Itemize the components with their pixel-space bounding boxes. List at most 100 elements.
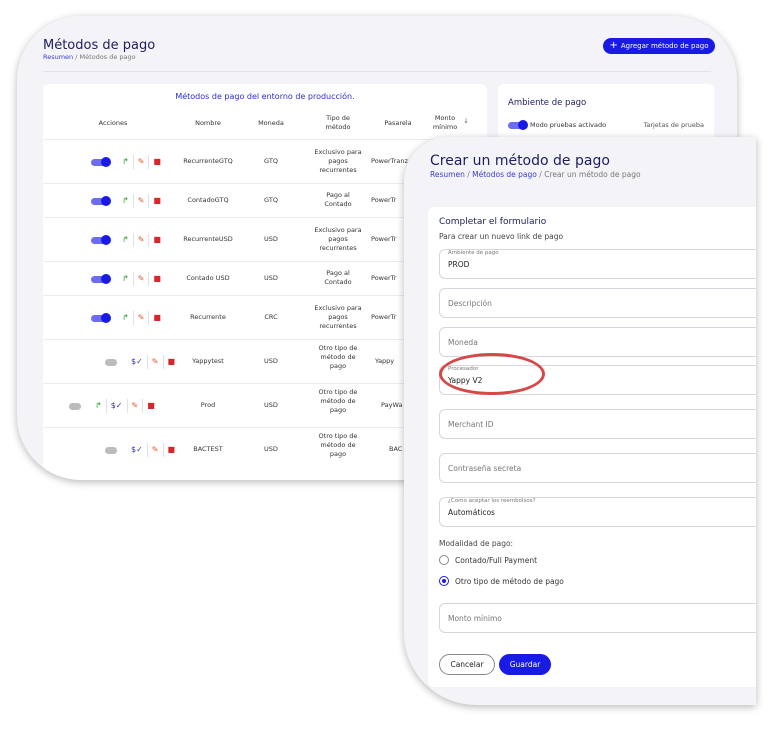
field-label: Ambiente de pago [448,250,499,256]
cell-tipo: Otro tipo de método de pago [318,388,358,414]
enable-toggle[interactable] [91,234,111,245]
edit-icon[interactable]: ✎ [134,157,149,167]
delete-icon[interactable]: ■ [149,313,165,323]
test-mode-toggle[interactable] [508,120,528,130]
split-icon[interactable]: ↱ [118,157,133,167]
field-placeholder: Merchant ID [448,420,494,429]
check-money-icon[interactable]: $✓ [127,357,147,367]
row-actions: ↱ ✎ ■ [91,311,165,325]
enable-toggle[interactable] [69,402,81,410]
delete-icon[interactable]: ■ [149,157,165,167]
breadcrumb: Resumen / Métodos de pago / Crear un mét… [430,170,641,179]
check-money-icon[interactable]: $✓ [127,445,147,455]
enable-toggle[interactable] [91,312,111,323]
edit-icon[interactable]: ✎ [134,313,149,323]
delete-icon[interactable]: ■ [164,445,180,455]
cell-nombre: BACTEST [193,445,223,453]
split-icon[interactable]: ↱ [118,235,133,245]
breadcrumb: Resumen / Métodos de pago [43,53,136,61]
col-moneda: Moneda [258,119,284,127]
environment-select[interactable]: Ambiente de pago PROD [439,249,756,279]
breadcrumb-resumen[interactable]: Resumen [430,170,465,179]
cell-moneda: USD [264,357,278,365]
cell-tipo: Exclusivo para pagos recurrentes [314,304,362,330]
radio-unchecked-icon[interactable] [439,555,449,565]
cell-tipo: Otro tipo de método de pago [318,432,358,458]
edit-icon[interactable]: ✎ [128,401,143,411]
row-actions: ↱ ✎ ■ [91,155,165,169]
split-icon[interactable]: ↱ [118,196,133,206]
cell-moneda: USD [264,401,278,409]
delete-icon[interactable]: ■ [164,357,180,367]
edit-icon[interactable]: ✎ [134,235,149,245]
radio-contado[interactable]: Contado/Full Payment [439,555,537,565]
page-title: Crear un método de pago [430,153,610,169]
breadcrumb-sep: / [467,170,470,179]
edit-icon[interactable]: ✎ [134,196,149,206]
secret-password-field[interactable]: Contraseña secreta [439,453,756,483]
field-placeholder: Monto mínimo [448,614,502,623]
cell-nombre: ContadoGTQ [187,196,229,204]
save-button[interactable]: Guardar [499,654,551,675]
row-actions: ↱ ✎ ■ [91,194,165,208]
cell-moneda: CRC [264,313,278,321]
minimum-amount-field[interactable]: Monto mínimo [439,603,756,633]
breadcrumb-sep: / [75,53,78,61]
edit-icon[interactable]: ✎ [148,357,163,367]
field-value: Yappy V2 [448,376,483,385]
edit-icon[interactable]: ✎ [134,274,149,284]
add-payment-method-button[interactable]: + Agregar método de pago [603,38,715,54]
field-placeholder: Descripción [448,299,492,308]
col-tipo: Tipo de método [325,114,351,131]
sort-down-icon[interactable]: ↓ [461,117,471,126]
breadcrumb-sep: / [539,170,542,179]
split-icon[interactable]: ↱ [118,274,133,284]
processor-select[interactable]: Procesador Yappy V2 [439,365,756,395]
page-title: Métodos de pago [43,38,156,53]
radio-label: Contado/Full Payment [455,555,538,565]
cell-tipo: Exclusivo para pagos recurrentes [314,148,362,174]
refunds-select[interactable]: ¿Como aceptar los reembolsos? Automático… [439,497,756,527]
field-value: PROD [448,260,470,269]
breadcrumb-resumen[interactable]: Resumen [43,53,73,61]
radio-otro[interactable]: Otro tipo de método de pago [439,576,564,586]
row-actions: $✓ ✎ ■ [105,443,179,457]
test-cards-link[interactable]: Tarjetas de prueba [643,121,704,129]
field-label: ¿Como aceptar los reembolsos? [448,498,536,504]
create-payment-method-window: Crear un método de pago Resumen / Método… [404,137,756,705]
radio-label: Otro tipo de método de pago [455,576,564,586]
split-icon[interactable]: ↱ [118,313,133,323]
row-actions: $✓ ✎ ■ [105,355,179,369]
cell-moneda: USD [264,235,278,243]
radio-checked-icon[interactable] [439,576,449,586]
col-nombre: Nombre [195,119,221,127]
enable-toggle[interactable] [105,446,117,454]
cell-nombre: RecurrenteUSD [183,235,233,243]
delete-icon[interactable]: ■ [149,235,165,245]
check-money-icon[interactable]: $✓ [107,401,127,411]
enable-toggle[interactable] [91,156,111,167]
cell-moneda: USD [264,445,278,453]
enable-toggle[interactable] [91,273,111,284]
cancel-button[interactable]: Cancelar [439,654,495,675]
col-monto[interactable]: Monto mínimo [427,114,463,132]
breadcrumb-payment-methods[interactable]: Métodos de pago [472,170,537,179]
cell-nombre: Prod [200,401,216,409]
enable-toggle[interactable] [91,195,111,206]
cell-nombre: RecurrenteGTQ [183,157,233,165]
row-actions: ↱ ✎ ■ [91,233,165,247]
merchant-id-field[interactable]: Merchant ID [439,409,756,439]
description-field[interactable]: Descripción [439,288,756,318]
breadcrumb-current: Métodos de pago [79,53,136,61]
edit-icon[interactable]: ✎ [148,445,163,455]
field-placeholder: Contraseña secreta [448,464,522,473]
enable-toggle[interactable] [105,358,117,366]
delete-icon[interactable]: ■ [149,196,165,206]
currency-select[interactable]: Moneda [439,327,756,357]
delete-icon[interactable]: ■ [149,274,165,284]
modality-label: Modalidad de pago: [439,539,514,548]
plus-icon: + [609,40,618,51]
add-button-label: Agregar método de pago [620,42,709,50]
delete-icon[interactable]: ■ [143,401,159,411]
split-icon[interactable]: ↱ [91,401,106,411]
